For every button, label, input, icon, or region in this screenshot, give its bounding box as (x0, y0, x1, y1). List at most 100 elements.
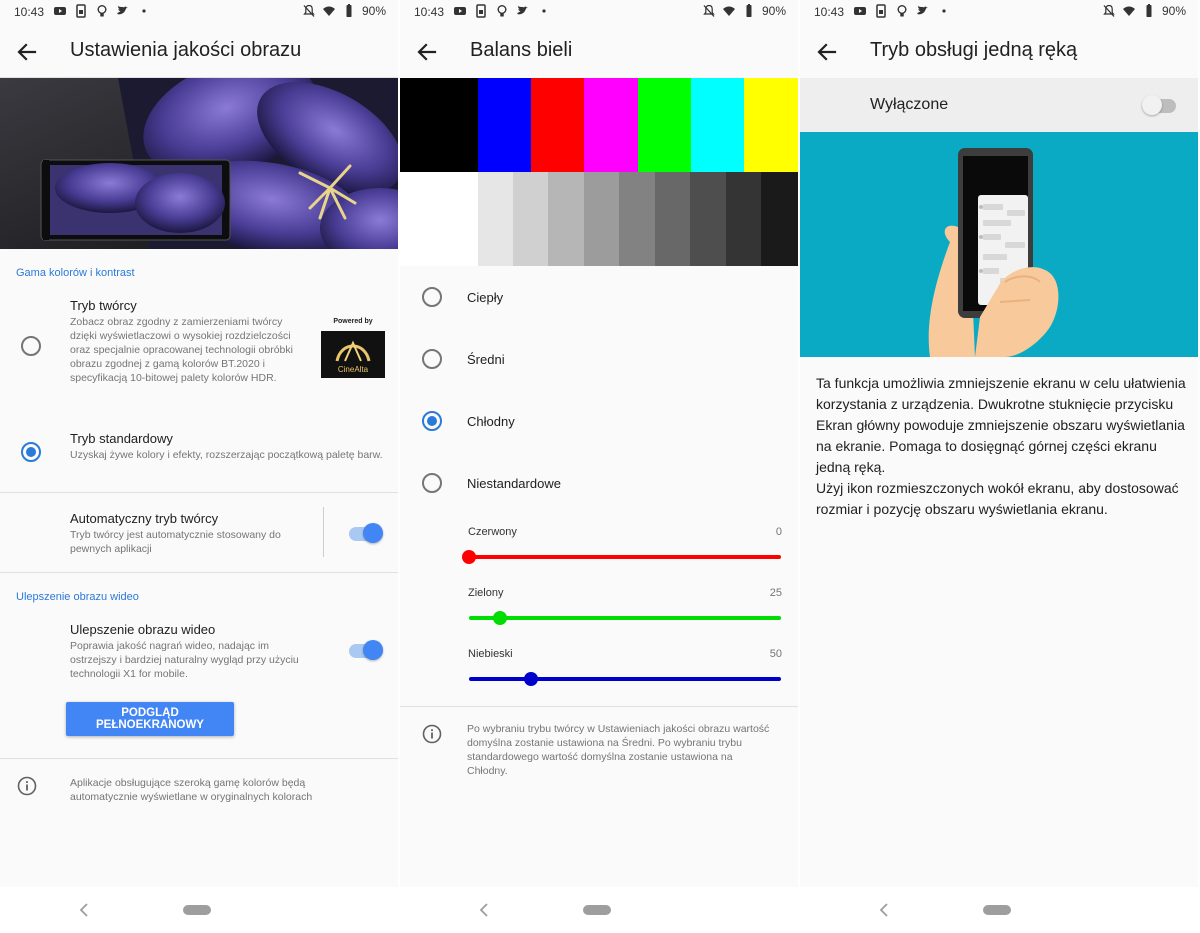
navigation-bar (800, 887, 1198, 933)
youtube-icon (854, 7, 866, 15)
page-title: Balans bieli (470, 39, 573, 61)
hero-image-tv-and-phone (0, 78, 398, 249)
grayscale-bar (400, 172, 478, 266)
status-bar: 10:43 90% (400, 0, 798, 24)
battery-percent: 90% (361, 4, 386, 18)
hand-holding-phone-illustration (928, 148, 1059, 357)
navigation-bar (400, 887, 798, 933)
white-balance-screen: 10:43 90% Balans bieli Ciepły Średni Chł… (400, 0, 798, 933)
screenshot-triptych: 10:43 90% Ustawienia jakości obrazu Gama… (0, 0, 1200, 933)
description-paragraph-2: Użyj ikon rozmieszczonych wokół ekranu, … (816, 480, 1179, 517)
app-bar: Balans bieli (400, 24, 798, 78)
creator-mode-radio[interactable] (21, 336, 41, 356)
fullscreen-preview-button[interactable]: PODGLĄD PEŁNOEKRANOWY (66, 702, 234, 736)
battery-icon (346, 4, 352, 17)
nav-back-icon[interactable] (876, 902, 892, 918)
twitter-icon (917, 6, 928, 15)
color-bar (691, 78, 744, 172)
grayscale-bars-bottom (400, 172, 798, 266)
auto-creator-mode-toggle[interactable] (349, 522, 383, 544)
wb-radio-cool[interactable] (422, 411, 442, 431)
wb-radio-custom[interactable] (422, 473, 442, 493)
slider-value-red: 0 (775, 526, 782, 538)
back-arrow-icon[interactable] (814, 39, 840, 65)
one-handed-mode-description: Ta funkcja umożliwia zmniejszenie ekranu… (816, 373, 1186, 520)
powered-by-text: Powered by (333, 318, 373, 325)
one-handed-mode-status-label: Wyłączone (870, 96, 949, 113)
slider-thumb-red[interactable] (462, 550, 476, 564)
nav-back-icon[interactable] (76, 902, 92, 918)
grayscale-bar (655, 172, 690, 266)
grayscale-bar (548, 172, 584, 266)
info-icon (422, 724, 442, 744)
info-text-white-balance-default: Po wybraniu trybu twórcy w Ustawieniach … (467, 723, 770, 777)
standard-mode-radio[interactable] (21, 442, 41, 462)
wifi-icon (722, 6, 735, 16)
info-text-wide-gamut: Aplikacje obsługujące szeroką gamę kolor… (70, 777, 313, 803)
nav-home-pill-icon[interactable] (983, 905, 1011, 915)
youtube-icon (454, 7, 466, 15)
slider-label-green: Zielony (468, 587, 504, 599)
wb-radio-warm[interactable] (422, 287, 442, 307)
nav-back-icon[interactable] (476, 902, 492, 918)
dot-icon (942, 9, 946, 13)
grayscale-bar (726, 172, 761, 266)
grayscale-bar (513, 172, 548, 266)
grayscale-bar (478, 172, 513, 266)
lightbulb-icon (897, 5, 907, 17)
flower-artwork (0, 78, 398, 249)
status-time: 10:43 (414, 5, 445, 19)
lightbulb-icon (497, 5, 507, 17)
grayscale-bar (761, 172, 798, 266)
wb-radio-medium[interactable] (422, 349, 442, 369)
grayscale-bar (690, 172, 726, 266)
nav-home-pill-icon[interactable] (583, 905, 611, 915)
color-bar (478, 78, 531, 172)
wb-label-custom: Niestandardowe (467, 476, 561, 491)
back-arrow-icon[interactable] (14, 39, 40, 65)
battery-icon (746, 4, 752, 17)
dot-icon (542, 9, 546, 13)
slider-track-blue[interactable] (469, 677, 781, 681)
creator-mode-title: Tryb twórcy (70, 298, 137, 313)
wb-label-warm: Ciepły (467, 290, 504, 305)
sim-card-icon (876, 4, 886, 18)
auto-creator-mode-description: Tryb twórcy jest automatycznie stosowany… (70, 529, 281, 555)
page-title: Ustawienia jakości obrazu (70, 39, 302, 61)
creator-mode-description: Zobacz obraz zgodny z zamierzeniami twór… (70, 316, 293, 384)
color-test-pattern (400, 78, 798, 266)
page-title: Tryb obsługi jedną ręką (870, 39, 1078, 61)
one-handed-mode-toggle[interactable] (1142, 94, 1176, 116)
section-header-video-enhancement: Ulepszenie obrazu wideo (16, 591, 139, 603)
twitter-icon (517, 6, 528, 15)
video-enhancement-description: Poprawia jakość nagrań wideo, nadając im… (70, 640, 299, 680)
lightbulb-icon (97, 5, 107, 17)
slider-thumb-green[interactable] (493, 611, 508, 625)
battery-icon (1146, 4, 1152, 17)
video-enhancement-toggle[interactable] (349, 639, 383, 661)
picture-quality-screen: 10:43 90% Ustawienia jakości obrazu Gama… (0, 0, 398, 933)
wifi-icon (1122, 6, 1135, 16)
standard-mode-title: Tryb standardowy (70, 431, 173, 446)
color-bar (744, 78, 798, 172)
slider-thumb-blue[interactable] (524, 672, 539, 686)
nav-home-pill-icon[interactable] (183, 905, 211, 915)
status-time: 10:43 (814, 5, 845, 19)
notifications-off-icon (1103, 4, 1115, 17)
one-handed-mode-master-switch[interactable]: Wyłączone (800, 78, 1198, 132)
status-bar: 10:43 90% (0, 0, 398, 24)
status-bar: 10:43 90% (800, 0, 1198, 24)
status-time: 10:43 (14, 5, 45, 19)
slider-track-red[interactable] (469, 555, 781, 559)
slider-track-green[interactable] (469, 616, 781, 620)
cinealta-text: CineAlta (337, 365, 369, 374)
video-enhancement-title: Ulepszenie obrazu wideo (70, 622, 216, 637)
back-arrow-icon[interactable] (414, 39, 440, 65)
grayscale-bar (619, 172, 655, 266)
app-bar: Tryb obsługi jedną ręką (800, 24, 1198, 78)
one-handed-mode-screen: 10:43 90% Tryb obsługi jedną ręką Wyłącz… (800, 0, 1198, 933)
auto-creator-mode-title: Automatyczny tryb twórcy (70, 511, 219, 526)
info-icon (17, 776, 37, 796)
color-bar (584, 78, 638, 172)
standard-mode-description: Uzyskaj żywe kolory i efekty, rozszerzaj… (70, 449, 383, 461)
